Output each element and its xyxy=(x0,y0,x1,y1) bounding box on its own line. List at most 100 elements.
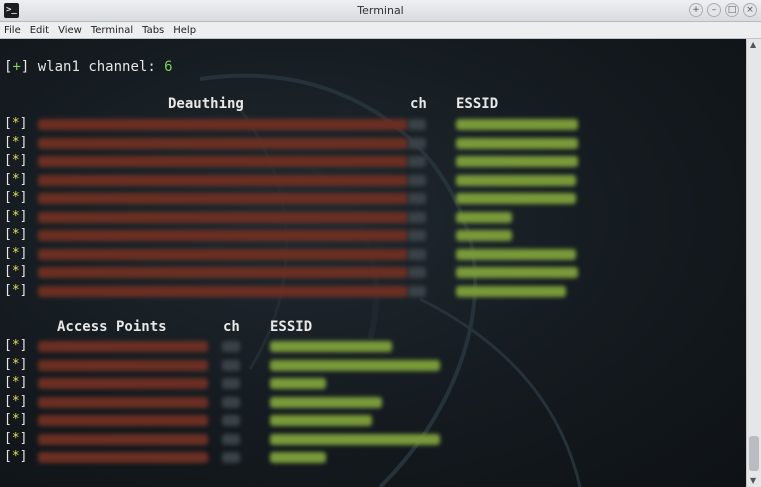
redacted-channel xyxy=(222,415,240,426)
menu-help[interactable]: Help xyxy=(173,25,196,36)
menu-view[interactable]: View xyxy=(58,25,82,36)
deauth-row: [*] xyxy=(4,246,604,262)
redacted-essid xyxy=(270,433,440,445)
deauth-row: [*] xyxy=(4,264,604,280)
deauth-row: [*] xyxy=(4,283,604,299)
redacted-channel xyxy=(408,211,426,223)
access-point-row: [*] xyxy=(4,431,604,447)
access-point-row: [*] xyxy=(4,375,604,391)
redacted-client-mac xyxy=(38,174,408,186)
row-marker: [*] xyxy=(4,190,28,205)
row-marker: [*] xyxy=(4,153,28,168)
access-point-row: [*] xyxy=(4,338,604,354)
row-marker: [*] xyxy=(4,430,28,446)
redacted-channel xyxy=(408,230,426,241)
deauth-ch-header: ch xyxy=(410,96,427,112)
maximize-button[interactable]: □ xyxy=(725,3,739,17)
row-marker: [*] xyxy=(4,338,28,353)
redacted-client-mac xyxy=(38,267,408,278)
redacted-essid xyxy=(456,267,578,278)
redacted-essid xyxy=(456,137,578,149)
row-marker: [*] xyxy=(4,227,28,242)
scroll-up-arrow-icon[interactable]: ▲ xyxy=(750,40,756,49)
ap-essid-header: ESSID xyxy=(270,319,313,335)
redacted-bssid xyxy=(38,415,208,426)
redacted-channel xyxy=(408,193,426,204)
access-point-row: [*] xyxy=(4,449,604,465)
redacted-channel xyxy=(222,341,240,352)
redacted-essid xyxy=(456,174,576,186)
deauth-row: [*] xyxy=(4,116,604,132)
redacted-client-mac xyxy=(38,248,408,260)
redacted-channel xyxy=(222,396,240,408)
redacted-client-mac xyxy=(38,230,408,241)
scroll-down-arrow-icon[interactable]: ▼ xyxy=(750,476,756,485)
redacted-essid xyxy=(270,396,382,408)
row-marker: [*] xyxy=(4,282,28,298)
redacted-bssid xyxy=(38,433,208,445)
menu-tabs[interactable]: Tabs xyxy=(142,25,164,36)
menu-terminal[interactable]: Terminal xyxy=(91,25,133,36)
row-marker: [*] xyxy=(4,356,28,372)
terminal-output[interactable]: [+] wlan1 channel: 6 Deauthing ch ESSID … xyxy=(0,39,746,487)
access-point-row: [*] xyxy=(4,357,604,373)
redacted-essid xyxy=(456,285,566,297)
redacted-client-mac xyxy=(38,193,408,204)
redacted-essid xyxy=(456,193,576,204)
redacted-essid xyxy=(456,211,512,223)
redacted-bssid xyxy=(38,341,208,352)
redacted-client-mac xyxy=(38,285,408,297)
redacted-essid xyxy=(456,248,576,260)
menu-file[interactable]: File xyxy=(4,25,21,36)
redacted-bssid xyxy=(38,452,208,463)
keep-above-button[interactable]: + xyxy=(689,3,703,17)
redacted-channel xyxy=(408,137,426,149)
row-marker: [*] xyxy=(4,116,28,131)
redacted-channel xyxy=(222,378,240,389)
deauth-row: [*] xyxy=(4,190,604,206)
redacted-client-mac xyxy=(38,156,408,167)
redacted-essid xyxy=(270,415,372,426)
window-titlebar[interactable]: >_ Terminal + – □ × xyxy=(0,0,761,22)
row-marker: [*] xyxy=(4,134,28,150)
row-marker: [*] xyxy=(4,245,28,261)
row-marker: [*] xyxy=(4,412,28,427)
redacted-bssid xyxy=(38,396,208,408)
redacted-bssid xyxy=(38,378,208,389)
redacted-channel xyxy=(408,248,426,260)
row-marker: [*] xyxy=(4,264,28,279)
redacted-channel xyxy=(408,174,426,186)
ap-header: Access Points xyxy=(57,319,167,335)
deauth-row: [*] xyxy=(4,227,604,243)
channel-line: [+] wlan1 channel: 6 xyxy=(4,59,173,75)
scrollbar-thumb[interactable] xyxy=(749,436,759,471)
redacted-channel xyxy=(408,285,426,297)
close-button[interactable]: × xyxy=(743,3,757,17)
redacted-channel xyxy=(222,433,240,445)
ap-ch-header: ch xyxy=(223,319,240,335)
row-marker: [*] xyxy=(4,171,28,187)
redacted-bssid xyxy=(38,359,208,371)
deauth-essid-header: ESSID xyxy=(456,96,499,112)
redacted-client-mac xyxy=(38,119,408,130)
menu-edit[interactable]: Edit xyxy=(30,25,49,36)
deauth-row: [*] xyxy=(4,135,604,151)
redacted-channel xyxy=(408,156,426,167)
redacted-channel xyxy=(408,119,426,130)
access-point-row: [*] xyxy=(4,394,604,410)
deauth-row: [*] xyxy=(4,172,604,188)
redacted-essid xyxy=(456,156,578,167)
row-marker: [*] xyxy=(4,375,28,390)
minimize-button[interactable]: – xyxy=(707,3,721,17)
redacted-essid xyxy=(270,378,326,389)
row-marker: [*] xyxy=(4,208,28,224)
redacted-essid xyxy=(270,359,440,371)
window-controls: + – □ × xyxy=(689,3,757,17)
redacted-essid xyxy=(456,119,578,130)
deauth-row: [*] xyxy=(4,153,604,169)
redacted-channel xyxy=(408,267,426,278)
terminal-scrollbar[interactable]: ▲ ▼ xyxy=(746,39,761,487)
redacted-essid xyxy=(270,452,326,463)
deauth-header: Deauthing xyxy=(168,96,244,112)
redacted-client-mac xyxy=(38,211,408,223)
